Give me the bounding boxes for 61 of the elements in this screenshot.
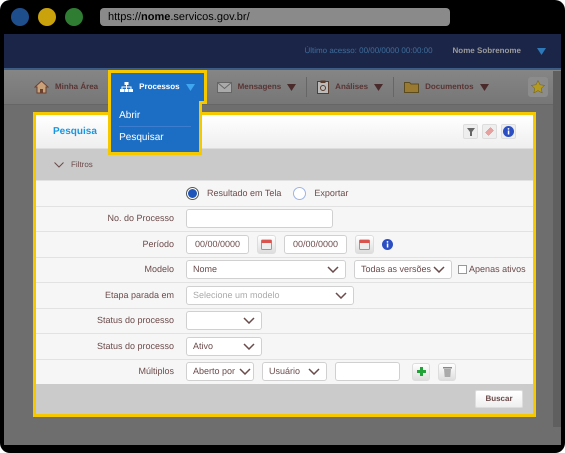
field-label: No. do Processo — [106, 212, 175, 225]
radio-button[interactable] — [186, 186, 199, 200]
add-button[interactable] — [412, 362, 430, 381]
search-button[interactable]: Buscar — [475, 390, 523, 408]
info-icon[interactable] — [382, 238, 393, 250]
chevron-icon — [54, 162, 64, 168]
nav-tab[interactable]: Processos — [108, 70, 207, 104]
chevron-down-icon — [327, 266, 339, 274]
chevron-down-icon — [308, 368, 320, 376]
funnel-icon — [466, 128, 474, 136]
plus-icon — [416, 366, 426, 378]
radio-label: Resultado em Tela — [207, 186, 282, 200]
dropdown-select[interactable]: Usuário — [262, 362, 327, 382]
field-label: Múltiplos — [137, 365, 175, 378]
star-icon — [531, 80, 545, 94]
house-icon — [34, 80, 49, 94]
eraser-icon — [485, 127, 494, 136]
menu-item[interactable]: Abrir — [119, 105, 192, 126]
chevron-down-icon — [243, 342, 255, 350]
section-label: Filtros — [71, 158, 93, 170]
chevron-down-icon — [433, 266, 446, 274]
folder-icon — [404, 81, 420, 93]
dropdown-select[interactable]: Nome — [186, 260, 346, 280]
address-bar[interactable]: https://nome.servicos.gov.br/ — [100, 8, 450, 26]
trash-icon — [442, 366, 452, 378]
dropdown-select[interactable]: Aberto por — [186, 362, 254, 382]
hierarchy-icon — [120, 82, 134, 92]
field-label: Período — [141, 238, 175, 250]
calendar-icon — [359, 238, 370, 250]
date-field[interactable]: 00/00/0000 — [284, 234, 347, 254]
chevron-down-icon — [239, 368, 252, 376]
delete-button[interactable] — [438, 362, 456, 381]
radio-label: Exportar — [314, 186, 348, 200]
menu-item[interactable]: Pesquisar — [119, 126, 192, 148]
panel-title: Pesquisa — [53, 125, 97, 139]
input-field[interactable] — [186, 209, 333, 228]
field-label: Etapa parada em — [104, 288, 175, 302]
user-name[interactable]: Nome Sobrenome — [452, 45, 521, 57]
field-label: Status do processo — [96, 340, 175, 353]
clipboard-icon — [317, 80, 330, 94]
chevron-down-icon — [335, 292, 347, 299]
calendar-button[interactable] — [257, 234, 276, 254]
radio-button[interactable] — [293, 186, 306, 200]
field-label: Status do processo — [96, 314, 175, 327]
envelope-icon — [216, 82, 232, 92]
chevron-down-icon — [243, 317, 255, 324]
dropdown-select[interactable]: Ativo — [186, 336, 262, 356]
scrollbar[interactable] — [553, 71, 561, 427]
favorite-button[interactable] — [528, 77, 548, 97]
filter-section-header[interactable]: Filtros — [36, 149, 533, 180]
checkbox[interactable] — [458, 265, 468, 274]
filter-button[interactable] — [463, 124, 478, 139]
checkbox-label: Apenas ativos — [469, 263, 526, 276]
dropdown-select[interactable]: Todas as versões — [354, 260, 452, 280]
calendar-icon — [261, 238, 272, 250]
last-access-text: Último acesso: 00/00/0000 00:00:00 — [304, 45, 433, 57]
input-field[interactable] — [335, 362, 400, 382]
field-label: Modelo — [143, 263, 175, 276]
calendar-button[interactable] — [355, 234, 374, 254]
caret-icon — [537, 48, 546, 54]
date-field[interactable]: 00/00/0000 — [186, 234, 249, 254]
